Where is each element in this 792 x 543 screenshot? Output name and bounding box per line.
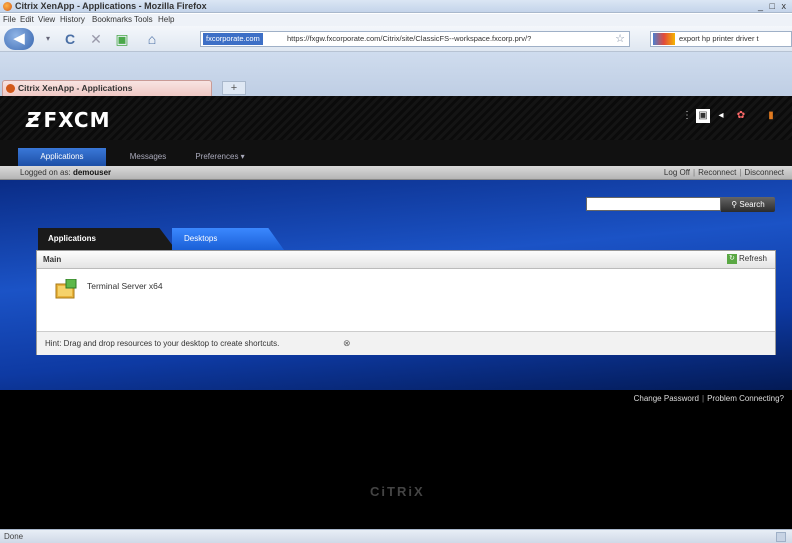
monitor-icon[interactable]: ▣ <box>696 109 710 123</box>
page-header: Ƶ FXCM ⋮ ▣ ◂ ✿ ▮ <box>0 96 792 140</box>
hint-bar: Hint: Drag and drop resources to your de… <box>37 331 775 355</box>
user-bar: Logged on as: demouser Log Off | Reconnect… <box>0 166 792 180</box>
change-password-link[interactable]: Change Password <box>634 394 699 403</box>
tab-favicon-icon <box>6 84 15 93</box>
log-off-link[interactable]: Log Off <box>664 168 690 177</box>
browser-search-field[interactable]: export hp printer driver t <box>650 31 792 47</box>
menu-help[interactable]: Help <box>158 15 174 24</box>
browser-tab-bar: Citrix XenApp - Applications + <box>0 52 792 96</box>
menu-bar: File Edit View History Bookmarks Tools H… <box>0 14 792 26</box>
url-text[interactable]: https://fxgw.fxcorporate.com/Citrix/site… <box>287 34 531 43</box>
status-bar: Done <box>0 529 792 543</box>
tab-preferences[interactable]: Preferences ▾ <box>180 148 260 166</box>
panel-header: Main ↻ Refresh <box>37 251 775 269</box>
disconnect-link[interactable]: Disconnect <box>744 168 784 177</box>
main-content-area: ⚲ Search Applications Desktops Main ↻ Ref… <box>0 180 792 390</box>
window-titlebar: Citrix XenApp - Applications - Mozilla F… <box>0 0 792 13</box>
bookmark-star-icon[interactable]: ☆ <box>615 32 625 45</box>
panel-heading: Main <box>43 255 62 264</box>
footer-links: Change Password | Problem Connecting? <box>633 394 784 403</box>
url-bar[interactable]: fxcorporate.com https://fxgw.fxcorporate… <box>200 31 630 47</box>
web-page: Ƶ FXCM ⋮ ▣ ◂ ✿ ▮ Applications Messages Pr… <box>0 96 792 529</box>
refresh-icon: ↻ <box>726 254 737 264</box>
tab-applications[interactable]: Applications <box>18 148 106 166</box>
browser-search-text[interactable]: export hp printer driver t <box>679 34 759 43</box>
new-tab-button[interactable]: + <box>222 81 246 95</box>
hint-text: Hint: Drag and drop resources to your de… <box>45 339 280 348</box>
header-tray: ⋮ ▣ ◂ ✿ ▮ <box>680 105 780 131</box>
close-hint-icon[interactable]: ⊗ <box>343 338 351 349</box>
menu-tools[interactable]: Tools <box>134 15 153 24</box>
tab-messages[interactable]: Messages <box>118 148 178 166</box>
resource-panel: Main ↻ Refresh Terminal Server x64 Hint: … <box>36 250 776 355</box>
menu-edit[interactable]: Edit <box>20 15 34 24</box>
panel-tab-applications[interactable]: Applications <box>38 228 176 250</box>
arrow-left-icon[interactable]: ◂ <box>714 109 728 123</box>
reload-button[interactable]: C <box>60 29 80 49</box>
navigation-toolbar: ◀ ▾ C ✕ ▣ ⌂ fxcorporate.com https://fxgw… <box>0 26 792 52</box>
search-engine-icon[interactable] <box>653 33 675 45</box>
problem-connecting-link[interactable]: Problem Connecting? <box>707 394 784 403</box>
resize-grip-icon[interactable] <box>776 532 786 542</box>
menu-bookmarks[interactable]: Bookmarks <box>92 15 132 24</box>
session-links: Log Off | Reconnect | Disconnect <box>663 168 784 177</box>
reconnect-link[interactable]: Reconnect <box>698 168 736 177</box>
firefox-icon <box>3 2 12 11</box>
refresh-button[interactable]: ↻ Refresh <box>726 254 767 264</box>
battery-icon: ▮ <box>768 110 774 121</box>
stop-button[interactable]: ✕ <box>86 29 106 49</box>
tray-handle-icon: ⋮ <box>682 110 692 121</box>
menu-history[interactable]: History <box>60 15 85 24</box>
fxcm-logo: Ƶ FXCM <box>26 108 111 132</box>
browser-tab-label: Citrix XenApp - Applications <box>18 83 133 93</box>
history-dropdown-icon[interactable]: ▾ <box>38 29 58 49</box>
window-title: Citrix XenApp - Applications - Mozilla F… <box>15 1 207 11</box>
home-button[interactable]: ⌂ <box>142 29 162 49</box>
menu-view[interactable]: View <box>38 15 55 24</box>
settings-icon[interactable]: ✿ <box>734 109 748 123</box>
back-button[interactable]: ◀ <box>4 28 34 50</box>
browser-tab-xenapp[interactable]: Citrix XenApp - Applications <box>2 80 212 96</box>
window-controls[interactable]: _ □ x <box>758 1 788 11</box>
desktop-resource-icon[interactable] <box>55 279 77 299</box>
resource-terminal-server[interactable]: Terminal Server x64 <box>87 281 163 291</box>
feed-icon[interactable]: ▣ <box>112 29 132 49</box>
site-identity-badge[interactable]: fxcorporate.com <box>203 33 263 45</box>
search-input[interactable] <box>586 197 721 211</box>
menu-file[interactable]: File <box>3 15 16 24</box>
username: demouser <box>72 168 112 177</box>
citrix-logo: CiTRiX <box>370 484 425 499</box>
status-text: Done <box>4 532 24 541</box>
top-tab-bar: Applications Messages Preferences ▾ <box>0 140 792 166</box>
search-button[interactable]: ⚲ Search <box>721 197 775 212</box>
panel-tab-desktops[interactable]: Desktops <box>172 228 284 250</box>
logged-on-label: Logged on as: demouser <box>20 168 112 177</box>
